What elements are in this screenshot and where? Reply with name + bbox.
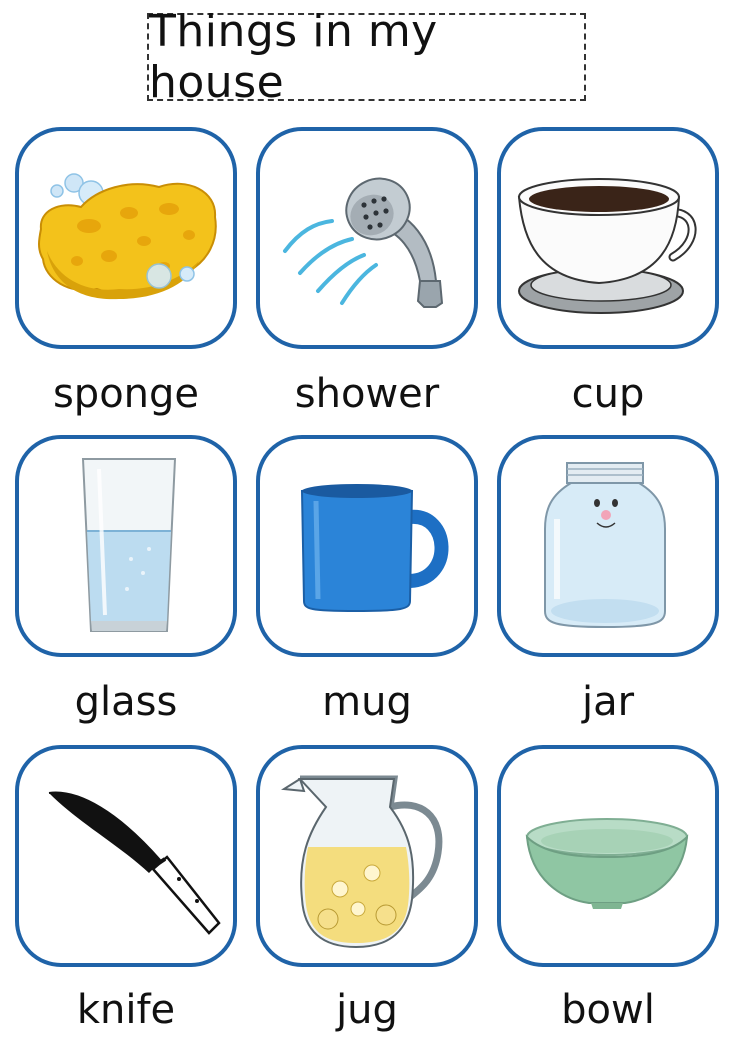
card-shower — [256, 127, 478, 349]
mug-icon — [300, 484, 449, 613]
card-jug — [256, 745, 478, 967]
label-glass: glass — [74, 679, 178, 725]
label-jug: jug — [336, 987, 398, 1033]
card-sponge — [15, 127, 237, 349]
card-jar — [497, 435, 719, 657]
label-shower: shower — [294, 371, 440, 417]
bowl-icon — [525, 818, 689, 909]
label-mug: mug — [322, 679, 412, 725]
page-title: Things in my house — [149, 6, 438, 108]
label-sponge: sponge — [52, 371, 200, 417]
label-cup: cup — [571, 371, 645, 417]
card-knife — [15, 745, 237, 967]
jar-icon — [544, 462, 666, 629]
sponge-icon — [38, 173, 217, 300]
label-knife: knife — [76, 987, 176, 1033]
card-bowl — [497, 745, 719, 967]
cup-icon — [517, 178, 697, 314]
glass-icon — [81, 458, 177, 632]
shower-icon — [283, 177, 444, 308]
card-glass — [15, 435, 237, 657]
label-bowl: bowl — [561, 987, 655, 1033]
title-box: Things in my house — [147, 6, 586, 108]
card-mug — [256, 435, 478, 657]
knife-icon — [48, 791, 221, 935]
jug-icon — [280, 775, 443, 949]
card-cup — [497, 127, 719, 349]
label-jar: jar — [581, 679, 635, 725]
